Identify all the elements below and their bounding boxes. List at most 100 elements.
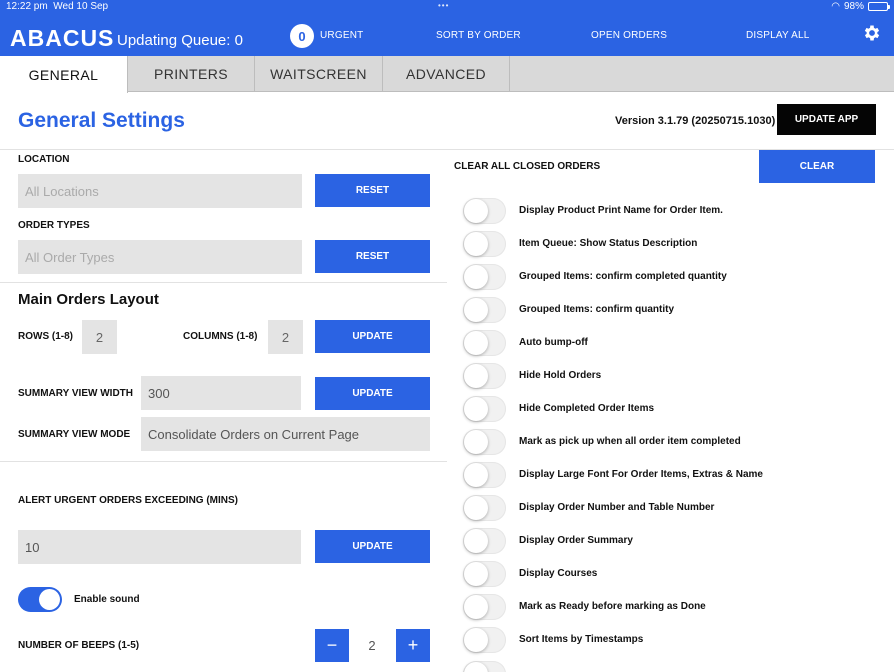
rows-label: ROWS (1-8): [18, 331, 73, 342]
option-toggle[interactable]: [463, 594, 506, 620]
toggle-knob: [464, 232, 488, 256]
option-row: Item Queue: Show Status Description: [463, 231, 883, 257]
settings-tabs: GENERAL PRINTERS WAITSCREEN ADVANCED: [0, 56, 894, 93]
columns-input[interactable]: 2: [268, 320, 303, 354]
location-select[interactable]: All Locations: [18, 174, 302, 208]
beeps-value[interactable]: 2: [350, 629, 394, 662]
columns-label: COLUMNS (1-8): [183, 331, 258, 342]
option-row: Display Order Number and Table Number: [463, 495, 883, 521]
option-label: Display Large Font For Order Items, Extr…: [519, 469, 763, 480]
option-row: Grouped Items: confirm completed quantit…: [463, 264, 883, 290]
enable-sound-label: Enable sound: [74, 594, 140, 605]
wifi-icon: ◠: [831, 1, 840, 12]
order-types-select[interactable]: All Order Types: [18, 240, 302, 274]
option-row: Hide Hold Orders: [463, 363, 883, 389]
rows-input[interactable]: 2: [82, 320, 117, 354]
enable-sound-toggle[interactable]: [18, 587, 62, 612]
toggle-knob: [464, 331, 488, 355]
option-row: Hide Completed Order Items: [463, 396, 883, 422]
nav-urgent[interactable]: URGENT: [320, 30, 363, 41]
tab-printers[interactable]: PRINTERS: [128, 56, 255, 92]
option-toggle[interactable]: [463, 561, 506, 587]
option-label: Auto bump-off: [519, 337, 588, 348]
tab-advanced[interactable]: ADVANCED: [383, 56, 510, 92]
beeps-increment-button[interactable]: +: [396, 629, 430, 662]
option-toggle[interactable]: [463, 363, 506, 389]
nav-open-orders[interactable]: OPEN ORDERS: [591, 30, 667, 41]
option-toggle[interactable]: [463, 264, 506, 290]
toggle-knob: [464, 595, 488, 619]
alert-urgent-label: ALERT URGENT ORDERS EXCEEDING (MINS): [18, 495, 239, 506]
toggle-knob: [464, 265, 488, 289]
page-title: General Settings: [18, 109, 185, 132]
option-toggle[interactable]: [463, 297, 506, 323]
summary-width-label: SUMMARY VIEW WIDTH: [18, 388, 133, 399]
location-label: LOCATION: [18, 154, 70, 165]
summary-width-update-button[interactable]: UPDATE: [315, 377, 430, 410]
status-time: 12:22 pm Wed 10 Sep: [6, 1, 109, 12]
summary-mode-select[interactable]: Consolidate Orders on Current Page: [141, 417, 430, 451]
tab-general[interactable]: GENERAL: [0, 56, 128, 93]
layout-update-button[interactable]: UPDATE: [315, 320, 430, 353]
option-row: Display Order Summary: [463, 528, 883, 554]
update-app-button[interactable]: UPDATE APP: [777, 104, 876, 135]
option-label: Hide Completed Order Items: [519, 403, 655, 414]
toggle-knob: [464, 397, 488, 421]
beeps-decrement-button[interactable]: −: [315, 629, 349, 662]
option-row: Display Large Font For Order Items, Extr…: [463, 462, 883, 488]
clear-closed-orders-button[interactable]: CLEAR: [759, 150, 875, 183]
option-label: Display Courses: [519, 568, 598, 579]
nav-display-all[interactable]: DISPLAY ALL: [746, 30, 810, 41]
option-toggle[interactable]: [463, 330, 506, 356]
nav-sort-by-order[interactable]: SORT BY ORDER: [436, 30, 521, 41]
summary-width-input[interactable]: 300: [141, 376, 301, 410]
option-row: Display Courses: [463, 561, 883, 587]
option-label: Hide Hold Orders: [519, 370, 602, 381]
tab-waitscreen[interactable]: WAITSCREEN: [255, 56, 383, 92]
queue-status: Updating Queue: 0: [117, 32, 243, 49]
toggle-knob: [39, 589, 60, 610]
toggle-knob: [464, 662, 488, 672]
option-label: Sort Items by Timestamps: [519, 634, 644, 645]
option-toggle-partial[interactable]: [463, 661, 506, 672]
toggle-knob: [464, 364, 488, 388]
option-toggle[interactable]: [463, 396, 506, 422]
toggle-knob: [464, 199, 488, 223]
option-toggle[interactable]: [463, 528, 506, 554]
option-toggle[interactable]: [463, 198, 506, 224]
option-label: Display Order Number and Table Number: [519, 502, 715, 513]
beeps-label: NUMBER OF BEEPS (1-5): [18, 640, 140, 651]
option-label: Grouped Items: confirm quantity: [519, 304, 675, 315]
order-types-label: ORDER TYPES: [18, 220, 90, 231]
gear-icon[interactable]: [862, 23, 882, 43]
battery-icon: [868, 2, 890, 11]
option-label: Item Queue: Show Status Description: [519, 238, 698, 249]
toggle-knob: [464, 628, 488, 652]
battery-percent: 98%: [843, 1, 864, 12]
clear-closed-orders-label: CLEAR ALL CLOSED ORDERS: [454, 161, 601, 172]
option-toggle[interactable]: [463, 495, 506, 521]
order-types-reset-button[interactable]: RESET: [315, 240, 430, 273]
option-label: Display Product Print Name for Order Ite…: [519, 205, 723, 216]
urgent-count-badge: 0: [290, 24, 314, 48]
toggle-knob: [464, 430, 488, 454]
option-row: Display Product Print Name for Order Ite…: [463, 198, 883, 224]
layout-section-title: Main Orders Layout: [18, 291, 159, 308]
status-indicators: ◠ 98%: [831, 1, 890, 12]
alert-urgent-input[interactable]: 10: [18, 530, 301, 564]
option-toggle[interactable]: [463, 627, 506, 653]
toggle-knob: [464, 529, 488, 553]
toggle-knob: [464, 463, 488, 487]
divider: [0, 282, 447, 283]
option-label: Mark as pick up when all order item comp…: [519, 436, 741, 447]
option-row: Grouped Items: confirm quantity: [463, 297, 883, 323]
option-toggle[interactable]: [463, 231, 506, 257]
alert-urgent-update-button[interactable]: UPDATE: [315, 530, 430, 563]
option-toggle[interactable]: [463, 462, 506, 488]
app-version: Version 3.1.79 (20250715.1030): [615, 115, 776, 127]
toggle-knob: [464, 562, 488, 586]
app-logo: ABACUS: [10, 25, 115, 51]
location-reset-button[interactable]: RESET: [315, 174, 430, 207]
option-toggle[interactable]: [463, 429, 506, 455]
summary-mode-label: SUMMARY VIEW MODE: [18, 429, 131, 440]
